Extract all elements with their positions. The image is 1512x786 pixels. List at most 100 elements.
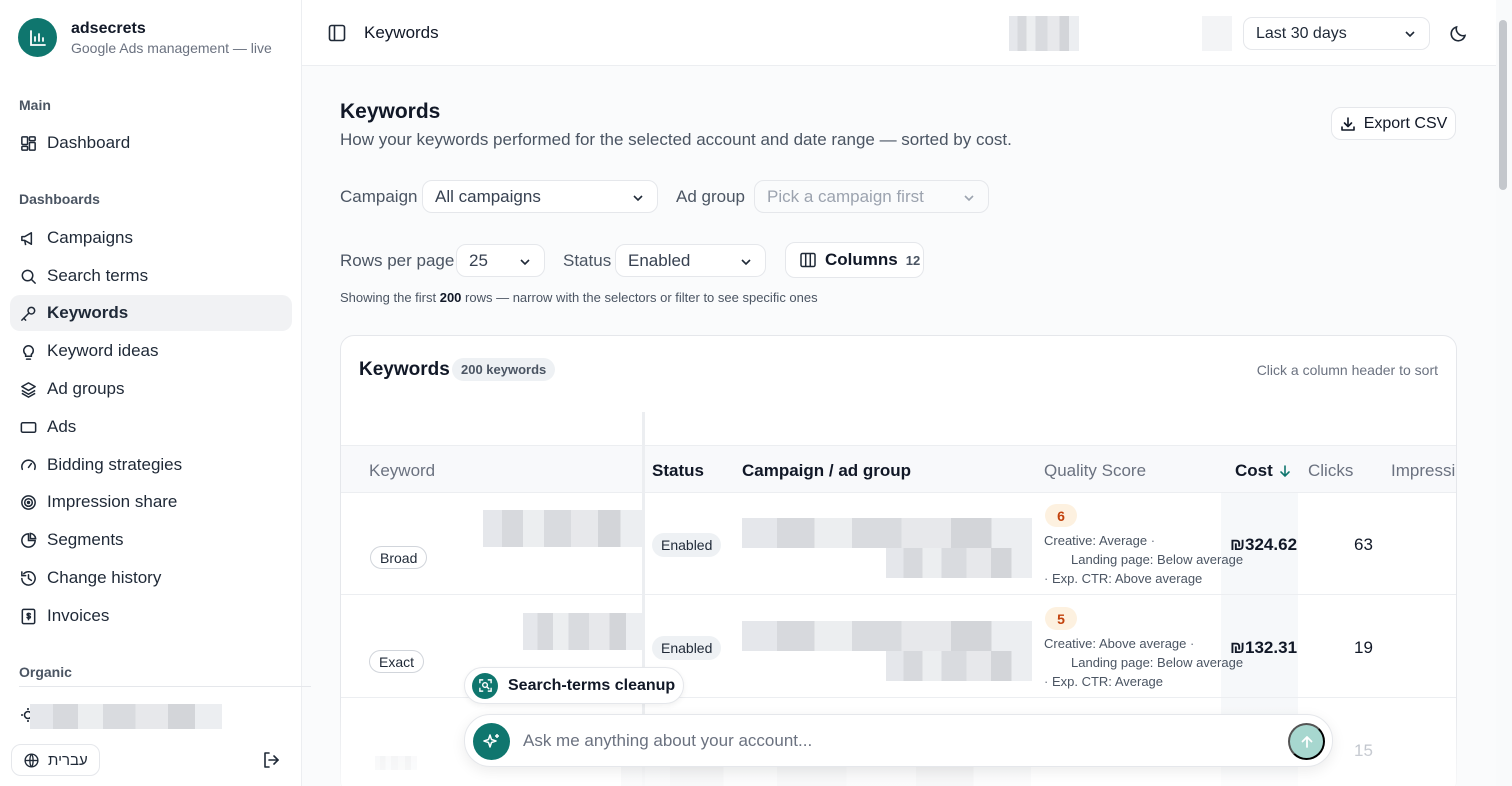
- moon-icon[interactable]: [1449, 23, 1469, 43]
- page-scrollbar[interactable]: [1496, 0, 1512, 786]
- chevron-down-icon: [1405, 31, 1415, 38]
- showing-prefix: Showing the first: [340, 290, 440, 305]
- qs-landing: Landing page: Below average: [1071, 552, 1243, 567]
- redacted-keyword: [483, 510, 643, 547]
- brand[interactable]: adsecrets Google Ads management — live: [18, 18, 286, 57]
- language-label: עברית: [48, 751, 88, 769]
- section-label-main: Main: [19, 97, 51, 113]
- redacted-campaign: [742, 518, 1032, 548]
- sidebar-item-search-terms[interactable]: Search terms: [10, 258, 292, 294]
- adgroup-select-placeholder: Pick a campaign first: [767, 186, 924, 206]
- sidebar-item-bidding-strategies[interactable]: Bidding strategies: [10, 447, 292, 483]
- columns-label: Columns: [825, 250, 898, 269]
- showing-suffix: rows — narrow with the selectors or filt…: [461, 290, 818, 305]
- row-divider: [341, 594, 1456, 595]
- sidebar-item-label: Dashboard: [47, 133, 131, 152]
- sidebar-item-campaigns[interactable]: Campaigns: [10, 220, 292, 256]
- grid-icon: [21, 135, 36, 151]
- sidebar-item-label: Ads: [47, 417, 77, 436]
- sidebar-item-impression-share[interactable]: Impression share: [10, 484, 292, 520]
- column-header-clicks[interactable]: Clicks: [1308, 461, 1353, 481]
- redacted-account[interactable]: [30, 704, 222, 729]
- sidebar-item-ad-groups[interactable]: Ad groups: [10, 371, 292, 407]
- rows-per-page-label: Rows per page: [340, 251, 455, 270]
- sidebar-item-keywords[interactable]: Keywords: [10, 295, 292, 331]
- sidebar-item-label: Keyword ideas: [47, 341, 159, 360]
- qs-creative: Creative: Average ·: [1044, 533, 1156, 548]
- megaphone-icon: [21, 231, 33, 245]
- status-filter-value: Enabled: [628, 250, 691, 270]
- sidebar-item-change-history[interactable]: Change history: [10, 560, 292, 596]
- date-range-select[interactable]: Last 30 days: [1243, 17, 1430, 50]
- campaign-label: Campaign: [340, 187, 418, 206]
- key-icon: [21, 306, 36, 321]
- columns-count: 12: [905, 252, 921, 268]
- qs-creative-value: Average: [1098, 533, 1148, 548]
- redacted-campaign: [742, 621, 1032, 651]
- search-terms-cleanup-chip[interactable]: Search-terms cleanup: [464, 667, 684, 704]
- sidebar-item-keyword-ideas[interactable]: Keyword ideas: [10, 333, 292, 369]
- redacted-account-selector[interactable]: [1009, 16, 1079, 51]
- sidebar-item-label: Invoices: [47, 606, 110, 625]
- target-icon: [21, 494, 36, 510]
- sidebar-item-label: Search terms: [47, 266, 149, 285]
- export-csv-label: Export CSV: [1363, 114, 1448, 132]
- sidebar-item-ads[interactable]: Ads: [10, 409, 292, 445]
- sidebar-item-label: Segments: [47, 530, 124, 549]
- rows-per-page-select[interactable]: 25: [456, 244, 545, 277]
- redacted-control[interactable]: [1202, 16, 1232, 51]
- arrow-up-icon: [1301, 735, 1312, 748]
- quality-score-badge: 5: [1045, 607, 1077, 630]
- qs-creative-value: Above average: [1098, 636, 1187, 651]
- clicks-value: 63: [1354, 535, 1373, 554]
- qs-ctr-label: Exp. CTR:: [1051, 571, 1112, 586]
- qs-ctr-value: Above average: [1114, 571, 1203, 586]
- sidebar-item-dashboard[interactable]: Dashboard: [10, 125, 292, 161]
- column-header-impressions[interactable]: Impressio: [1391, 461, 1456, 481]
- export-csv-button[interactable]: Export CSV: [1331, 107, 1456, 140]
- status-filter-select[interactable]: Enabled: [615, 244, 766, 277]
- redacted-ad-group: [886, 651, 1032, 681]
- redacted-keyword: [375, 756, 417, 770]
- adgroup-select[interactable]: Pick a campaign first: [754, 180, 989, 213]
- qs-landing: Landing page: Below average: [1071, 655, 1243, 670]
- clicks-value: 19: [1354, 638, 1373, 657]
- assistant-input[interactable]: [523, 727, 1263, 755]
- columns-icon: [800, 252, 816, 268]
- sparkles-icon: [473, 723, 510, 760]
- send-button[interactable]: [1288, 723, 1325, 760]
- column-header-cost[interactable]: Cost: [1235, 461, 1291, 481]
- globe-icon: [24, 752, 39, 768]
- qs-ctr-label: Exp. CTR:: [1051, 674, 1112, 689]
- scrollbar-thumb[interactable]: [1499, 20, 1507, 190]
- adgroup-label: Ad group: [676, 187, 745, 206]
- top-bar: Keywords Last 30 days: [302, 0, 1496, 66]
- campaign-select[interactable]: All campaigns: [422, 180, 658, 213]
- gauge-icon: [21, 458, 36, 470]
- assistant-bar: [464, 714, 1333, 767]
- showing-note: Showing the first 200 rows — narrow with…: [340, 290, 818, 305]
- clicks-value: 15: [1354, 741, 1373, 760]
- match-type-badge: Exact: [369, 650, 425, 673]
- redacted-keyword: [523, 613, 643, 650]
- sidebar: adsecrets Google Ads management — live M…: [0, 0, 311, 786]
- sidebar-item-segments[interactable]: Segments: [10, 522, 292, 558]
- language-button[interactable]: עברית: [11, 744, 100, 776]
- table-title: Keywords: [359, 359, 450, 380]
- sidebar-toggle-icon[interactable]: [328, 24, 346, 42]
- column-header-campaign[interactable]: Campaign / ad group: [742, 461, 911, 481]
- column-header-keyword[interactable]: Keyword: [369, 461, 435, 481]
- sidebar-item-label: Change history: [47, 568, 162, 587]
- redacted-ad-group: [886, 548, 1032, 578]
- qs-ctr: · Exp. CTR: Above average: [1044, 571, 1203, 586]
- logout-icon[interactable]: [261, 750, 281, 770]
- cost-value: ₪324.62: [1230, 535, 1298, 554]
- sidebar-item-invoices[interactable]: Invoices: [10, 598, 292, 634]
- chevron-down-icon: [964, 195, 974, 202]
- columns-button[interactable]: Columns 12: [785, 242, 924, 278]
- sidebar-item-label: Campaigns: [47, 228, 133, 247]
- column-header-quality-score[interactable]: Quality Score: [1044, 461, 1146, 481]
- bar-chart-icon: [18, 18, 57, 57]
- showing-count: 200: [439, 290, 462, 305]
- column-header-status[interactable]: Status: [652, 461, 704, 481]
